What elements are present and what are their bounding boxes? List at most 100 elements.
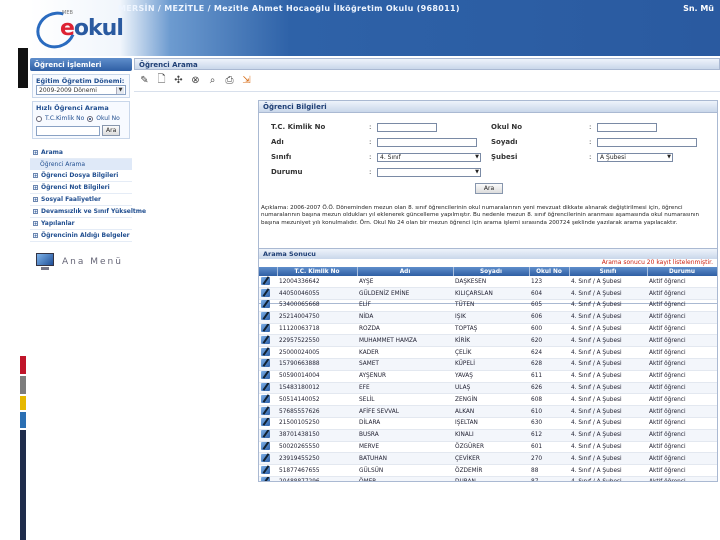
- main-menu-link[interactable]: Ana Menü: [30, 252, 132, 272]
- row-edit-cell[interactable]: [259, 334, 277, 348]
- adi-input[interactable]: [377, 138, 477, 147]
- column-header[interactable]: Soyadı: [453, 267, 530, 276]
- column-header[interactable]: Sınıfı: [569, 267, 648, 276]
- period-select[interactable]: 2009-2009 Dönemi ▼: [36, 85, 126, 95]
- edit-record-icon[interactable]: [261, 442, 270, 451]
- subesi-select[interactable]: A Şubesi ▼: [597, 153, 673, 162]
- menu-item[interactable]: + Öğrenci Dosya Bilgileri: [30, 170, 132, 182]
- table-cell: 624: [529, 346, 569, 360]
- row-edit-cell[interactable]: [259, 382, 277, 395]
- table-row[interactable]: 25000024005 KADER ÇELİK 624 4. Sınıf / A Şub…: [259, 346, 717, 360]
- table-cell: Aktif öğrenci: [647, 276, 717, 289]
- row-edit-cell[interactable]: [259, 452, 277, 466]
- durumu-select[interactable]: ▼: [377, 168, 481, 177]
- row-edit-cell[interactable]: [259, 476, 277, 481]
- row-edit-cell[interactable]: [259, 346, 277, 360]
- table-cell: Aktif öğrenci: [647, 464, 717, 478]
- table-row[interactable]: 53400065668 ELİF TÜTEN 605 4. Sınıf / A Şube…: [259, 299, 717, 312]
- table-cell: SAMET: [357, 358, 453, 371]
- edit-record-icon[interactable]: [261, 324, 270, 333]
- row-edit-cell[interactable]: [259, 464, 277, 478]
- menu-item[interactable]: + Sosyal Faaliyetler: [30, 194, 132, 206]
- edit-record-icon[interactable]: [261, 406, 270, 415]
- radio-okul[interactable]: [87, 115, 94, 122]
- quick-search-input[interactable]: [36, 125, 100, 136]
- column-header[interactable]: Durumu: [647, 267, 717, 276]
- edit-record-icon[interactable]: [261, 465, 270, 474]
- row-edit-cell[interactable]: [259, 417, 277, 430]
- table-cell: DİLARA: [357, 417, 453, 430]
- monitor-screen: [36, 253, 54, 266]
- row-edit-cell[interactable]: [259, 441, 277, 454]
- table-cell: KILIÇARSLAN: [453, 287, 529, 301]
- table-row[interactable]: 44050046055 GÜLDENİZ EMİNE KILIÇARSLAN 604 4…: [259, 287, 717, 301]
- row-edit-cell[interactable]: [259, 393, 277, 407]
- column-header[interactable]: [259, 267, 278, 276]
- edit-record-icon[interactable]: [261, 418, 270, 427]
- table-row[interactable]: 23919455250 BATUHAN ÇEVİKER 270 4. Sınıf / A…: [259, 452, 717, 466]
- table-row[interactable]: 12004336642 AYŞE DAŞKESEN 123 4. Sınıf / A Ş…: [259, 276, 717, 289]
- edit-record-icon[interactable]: [261, 477, 270, 481]
- sinifi-select[interactable]: 4. Sınıf ▼: [377, 153, 481, 162]
- quick-search-button[interactable]: Ara: [102, 125, 121, 136]
- edit-record-icon[interactable]: [261, 312, 270, 321]
- edit-record-icon[interactable]: [261, 335, 270, 344]
- edit-record-icon[interactable]: [261, 383, 270, 392]
- table-cell: 22957522550: [277, 334, 357, 348]
- table-row[interactable]: 20488877296ÖMERDURAN874. Sınıf / A Şubes…: [259, 476, 717, 481]
- column-header[interactable]: Okul No: [529, 267, 570, 276]
- table-cell: 4. Sınıf / A Şubesi: [569, 358, 647, 371]
- row-edit-cell[interactable]: [259, 358, 277, 371]
- menu-item[interactable]: + Devamsızlık ve Sınıf Yükseltme: [30, 206, 146, 218]
- print-icon[interactable]: ⎙: [223, 74, 236, 87]
- table-cell: IŞIK: [453, 311, 529, 324]
- tc-input[interactable]: [377, 123, 437, 132]
- menu-item[interactable]: + Arama: [30, 147, 132, 159]
- edit-pencil-icon[interactable]: ✎: [138, 74, 151, 87]
- export-icon[interactable]: ⇲: [240, 74, 253, 87]
- row-edit-cell[interactable]: [259, 323, 277, 336]
- table-row[interactable]: 22957522550 MUHAMMET HAMZA KİRİK 620 4. Sını…: [259, 334, 717, 348]
- edit-record-icon[interactable]: [261, 453, 270, 462]
- row-edit-cell[interactable]: [259, 405, 277, 419]
- row-edit-cell[interactable]: [259, 429, 277, 442]
- radio-tc[interactable]: [36, 115, 42, 122]
- edit-record-icon[interactable]: [261, 371, 270, 380]
- new-document-icon[interactable]: 🗋: [155, 74, 168, 87]
- edit-record-icon[interactable]: [261, 276, 270, 285]
- table-row[interactable]: 21500105250 DİLARA IŞELTAN 630 4. Sınıf / A …: [259, 417, 717, 430]
- row-edit-cell[interactable]: [259, 299, 277, 312]
- row-edit-cell[interactable]: [259, 276, 277, 289]
- tools-icon[interactable]: ✣: [172, 74, 185, 87]
- row-edit-cell[interactable]: [259, 311, 277, 324]
- edit-record-icon[interactable]: [261, 347, 270, 356]
- row-edit-cell[interactable]: [259, 287, 277, 301]
- table-row[interactable]: 15790663888 SAMET KÜPELİ 628 4. Sınıf / A Şu…: [259, 358, 717, 371]
- search-button[interactable]: Ara: [475, 183, 503, 194]
- delete-icon[interactable]: ⊗: [189, 74, 202, 87]
- row-edit-cell[interactable]: [259, 370, 277, 383]
- table-row[interactable]: 25214004750 NİDA IŞIK 606 4. Sınıf / A Şubes…: [259, 311, 717, 324]
- table-row[interactable]: 15483180012 EFE ULAŞ 626 4. Sınıf / A Şubesi…: [259, 382, 717, 395]
- menu-subitem[interactable]: Öğrenci Arama: [30, 159, 132, 170]
- table-row[interactable]: 57685557626 AFİFE SEVVAL ALKAN 610 4. Sınıf …: [259, 405, 717, 419]
- okul-input[interactable]: [597, 123, 657, 132]
- table-row[interactable]: 38701438150 BUSRA KINALI 612 4. Sınıf / A Şu…: [259, 429, 717, 442]
- menu-item[interactable]: + Yapılanlar: [30, 218, 132, 230]
- edit-record-icon[interactable]: [261, 300, 270, 309]
- table-row[interactable]: 11120063718 ROZDA TOPTAŞ 600 4. Sınıf / A Şu…: [259, 323, 717, 336]
- table-row[interactable]: 50514140052 SELİL ZENGİN 608 4. Sınıf / A Şu…: [259, 393, 717, 407]
- table-row[interactable]: 50590014004 AYŞENUR YAVAŞ 611 4. Sınıf / A Ş…: [259, 370, 717, 383]
- table-row[interactable]: 51877467655 GÜLSÜN ÖZDEMİR 88 4. Sınıf / A Ş…: [259, 464, 717, 478]
- search-icon[interactable]: ⌕: [206, 74, 219, 87]
- edit-record-icon[interactable]: [261, 288, 270, 297]
- edit-record-icon[interactable]: [261, 394, 270, 403]
- menu-item[interactable]: + Öğrencinin Aldığı Belgeler: [30, 230, 132, 242]
- soyadi-input[interactable]: [597, 138, 697, 147]
- column-header[interactable]: T.C. Kimlik No: [277, 267, 358, 276]
- edit-record-icon[interactable]: [261, 430, 270, 439]
- column-header[interactable]: Adı: [357, 267, 454, 276]
- table-row[interactable]: 50020265550 MERVE ÖZGÜRER 601 4. Sınıf / A Ş…: [259, 441, 717, 454]
- edit-record-icon[interactable]: [261, 359, 270, 368]
- menu-item[interactable]: + Öğrenci Not Bilgileri: [30, 182, 132, 194]
